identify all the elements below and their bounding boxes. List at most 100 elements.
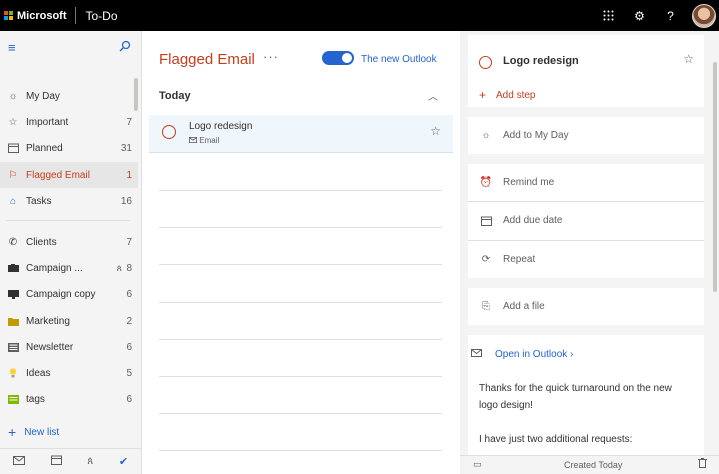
add-due-date-label: Add due date (503, 215, 563, 226)
sidebar-item-label: Flagged Email (26, 169, 90, 181)
detail-scrollbar[interactable] (713, 62, 717, 292)
importance-star-icon[interactable]: ☆ (430, 124, 441, 138)
remind-me-button[interactable]: ⏰ Remind me (468, 164, 704, 201)
people-icon[interactable]: ጰ (87, 456, 93, 467)
task-detail-pane: Logo redesign ☆ + Add step ☼ Add to My D… (460, 31, 719, 474)
search-icon[interactable] (119, 40, 131, 55)
settings-icon[interactable]: ⚙ (624, 0, 655, 31)
task-source-label: Email (199, 136, 220, 145)
sidebar-item-label: tags (26, 393, 45, 405)
task-row[interactable]: Logo redesign Email ☆ (149, 115, 453, 153)
app-launcher-icon[interactable] (593, 0, 624, 31)
sidebar-item-count: 31 (120, 142, 132, 154)
sidebar-item-label: My Day (26, 90, 60, 102)
add-step-button[interactable]: + Add step (479, 88, 536, 102)
sidebar-item-count: 7 (126, 236, 132, 248)
avatar[interactable] (692, 3, 716, 28)
sidebar-item-newsletter[interactable]: Newsletter 6 (0, 334, 138, 360)
microsoft-logo[interactable]: Microsoft (4, 10, 67, 22)
task-header-card: Logo redesign ☆ + Add step (468, 35, 704, 107)
task-source: Email (189, 136, 219, 145)
list-line (159, 227, 442, 228)
sun-icon: ☼ (481, 130, 491, 141)
alarm-clock-icon: ⏰ (479, 177, 493, 188)
sidebar-item-label: Marketing (26, 315, 70, 327)
monitor-icon (6, 289, 20, 299)
sidebar-item-count: 5 (126, 367, 132, 379)
sidebar-item-campaign-copy[interactable]: Campaign copy 6 (0, 281, 138, 307)
sidebar-item-tasks[interactable]: ⌂ Tasks 16 (0, 188, 138, 214)
sidebar-divider (6, 220, 130, 221)
sidebar-item-clients[interactable]: ✆ Clients 7 (0, 229, 138, 255)
plus-icon: + (8, 424, 17, 440)
add-step-label: Add step (496, 89, 536, 101)
repeat-label: Repeat (503, 254, 536, 265)
my-day-card: ☼ Add to My Day (468, 117, 704, 154)
new-list-button[interactable]: + New list (0, 420, 140, 444)
new-outlook-label: The new Outlook (361, 54, 437, 65)
sidebar-item-planned[interactable]: Planned 31 (0, 135, 138, 161)
sidebar-item-label: Campaign ... (26, 262, 83, 274)
microsoft-logo-icon (4, 11, 13, 20)
mail-icon (471, 349, 485, 360)
complete-task-checkbox[interactable] (162, 125, 176, 139)
sidebar-item-label: Important (26, 116, 69, 128)
mail-icon[interactable] (12, 455, 25, 468)
sidebar-scrollbar[interactable] (134, 78, 138, 111)
detail-footer: ▭ Created Today (460, 455, 719, 474)
add-to-my-day-label: Add to My Day (503, 130, 569, 141)
list-line (159, 339, 442, 340)
sidebar-item-my-day[interactable]: ☼ My Day (0, 83, 138, 109)
new-list-label: New list (24, 426, 60, 438)
todo-checkmark-icon[interactable]: ✔ (119, 455, 128, 468)
flag-icon: ⚐ (8, 169, 18, 181)
delete-icon[interactable] (698, 458, 707, 471)
add-file-label: Add a file (503, 301, 545, 312)
note-text-line[interactable]: logo design! (479, 400, 533, 411)
add-due-date-button[interactable]: Add due date (468, 202, 704, 239)
hamburger-menu-icon[interactable]: ≡ (8, 40, 16, 55)
help-icon[interactable]: ? (655, 0, 686, 31)
add-file-button[interactable]: ⎘ Add a file (468, 288, 704, 325)
note-text-line[interactable]: Thanks for the quick turnaround on the n… (479, 383, 672, 394)
complete-task-checkbox[interactable] (479, 56, 492, 69)
top-bar: Microsoft To-Do ⚙ ? (0, 0, 719, 31)
calendar-icon (479, 216, 493, 226)
more-options-icon[interactable]: ··· (263, 49, 279, 64)
task-list-pane: Flagged Email ··· The new Outlook Today … (142, 31, 460, 474)
list-line (159, 302, 442, 303)
sidebar-item-label: Newsletter (26, 341, 74, 353)
new-outlook-toggle[interactable] (322, 51, 354, 65)
list-line (159, 376, 442, 377)
detail-task-title[interactable]: Logo redesign (503, 55, 579, 67)
open-in-outlook-label: Open in Outlook › (495, 349, 574, 360)
list-title[interactable]: Flagged Email (159, 51, 255, 68)
list-line (159, 190, 442, 191)
task-title: Logo redesign (189, 121, 253, 132)
folder-icon (6, 317, 20, 326)
sidebar-item-ideas[interactable]: Ideas 5 (0, 360, 138, 386)
tag-list-icon (6, 394, 20, 404)
chevron-up-icon[interactable]: ︿ (428, 88, 438, 103)
sidebar-item-label: Clients (26, 236, 57, 248)
open-in-outlook-link[interactable]: Open in Outlook › (471, 349, 573, 360)
sidebar-item-label: Tasks (26, 195, 52, 207)
sidebar-item-count: 6 (126, 393, 132, 405)
sidebar-item-flagged-email[interactable]: ⚐ Flagged Email 1 (0, 162, 138, 188)
sidebar-item-campaign[interactable]: Campaign ... ጰ 8 (0, 255, 138, 281)
calendar-app-icon[interactable] (50, 455, 62, 468)
file-card: ⎘ Add a file (468, 288, 704, 325)
app-name[interactable]: To-Do (86, 9, 118, 23)
importance-star-icon[interactable]: ☆ (683, 52, 694, 66)
add-to-my-day-button[interactable]: ☼ Add to My Day (468, 117, 704, 154)
hide-detail-icon[interactable]: ▭ (473, 459, 482, 470)
sidebar-app-switcher: ጰ ✔ (0, 448, 141, 474)
repeat-button[interactable]: ⟳ Repeat (468, 241, 704, 278)
camera-icon (6, 264, 20, 272)
newspaper-icon (6, 342, 20, 352)
sidebar-item-important[interactable]: ☆ Important 7 (0, 109, 138, 135)
plus-icon: + (479, 88, 487, 102)
sidebar-item-tags[interactable]: tags 6 (0, 386, 138, 412)
note-text-line[interactable]: I have just two additional requests: (479, 434, 632, 445)
sidebar-item-marketing[interactable]: Marketing 2 (0, 308, 138, 334)
